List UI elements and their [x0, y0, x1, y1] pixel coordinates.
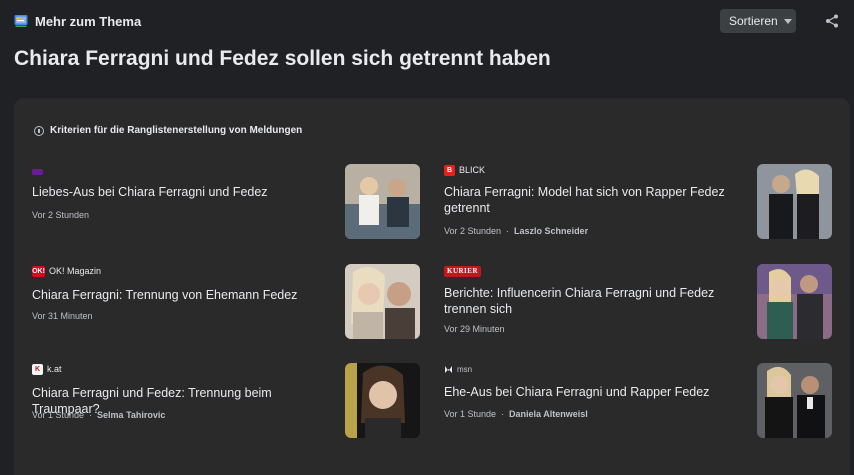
article-meta: Vor 2 Stunden [32, 210, 89, 220]
thumbnail-image [345, 164, 420, 239]
article-thumbnail[interactable] [757, 164, 832, 239]
chevron-down-icon [783, 18, 792, 24]
publisher-logo-icon: K [32, 363, 43, 375]
criteria-label: Kriterien für die Ranglistenerstellung v… [50, 125, 303, 136]
publisher-name: BLICK [459, 165, 486, 175]
article-source: K k.at [32, 363, 62, 375]
ranking-criteria-link[interactable]: Kriterien für die Ranglistenerstellung v… [34, 125, 302, 136]
article-meta: Vor 1 Stunde · Daniela Altenweisl [444, 409, 588, 419]
thumbnail-image [757, 264, 832, 339]
article-time: Vor 31 Minuten [32, 311, 93, 321]
publisher-name: OK! Magazin [49, 266, 102, 276]
article-title[interactable]: Berichte: Influencerin Chiara Ferragni u… [444, 285, 744, 317]
article-source: KURIER [444, 265, 482, 277]
page-title: Chiara Ferragni und Fedez sollen sich ge… [14, 47, 551, 70]
article-author: Selma Tahirovic [97, 410, 166, 420]
article-thumbnail[interactable] [345, 363, 420, 438]
article-meta: Vor 29 Minuten [444, 324, 505, 334]
article-thumbnail[interactable] [757, 264, 832, 339]
article-source: B BLICK [444, 164, 485, 176]
article-title[interactable]: Ehe-Aus bei Chiara Ferragni und Rapper F… [444, 384, 744, 400]
article-source: msn [444, 363, 472, 375]
publisher-logo-icon: B [444, 164, 455, 176]
sort-button-label: Sortieren [729, 14, 778, 28]
article-thumbnail[interactable] [757, 363, 832, 438]
top-bar: Mehr zum Thema Sortieren [0, 0, 854, 42]
article-time: Vor 2 Stunden [32, 210, 90, 220]
section-label: Mehr zum Thema [35, 14, 142, 29]
article-author: Laszlo Schneider [514, 226, 589, 236]
news-card: Kriterien für die Ranglistenerstellung v… [14, 98, 850, 475]
msn-butterfly-icon [445, 365, 452, 373]
article-time: Vor 29 Minuten [444, 324, 505, 334]
publisher-logo-icon [32, 169, 43, 175]
article-time: Vor 1 Stunde [444, 409, 497, 419]
article-source [32, 166, 43, 178]
publisher-logo-icon: KURIER [444, 265, 482, 277]
article-meta: Vor 31 Minuten [32, 311, 93, 321]
article-source: OK! OK! Magazin [32, 265, 101, 277]
article-meta: Vor 2 Stunden · Laszlo Schneider [444, 226, 589, 236]
thumbnail-image [757, 164, 832, 239]
publisher-logo-icon: OK! [32, 265, 45, 277]
news-stack-icon [14, 15, 28, 27]
article-thumbnail[interactable] [345, 264, 420, 339]
info-icon [34, 125, 44, 136]
article-meta: Vor 1 Stunde · Selma Tahirovic [32, 410, 166, 420]
article-time: Vor 2 Stunden [444, 226, 502, 236]
article-author: Daniela Altenweisl [509, 409, 588, 419]
sort-button[interactable]: Sortieren [720, 9, 796, 33]
share-icon[interactable] [825, 14, 839, 28]
article-title[interactable]: Chiara Ferragni: Trennung von Ehemann Fe… [32, 287, 332, 303]
article-time: Vor 1 Stunde [32, 410, 85, 420]
publisher-name: msn [457, 364, 473, 374]
article-title[interactable]: Chiara Ferragni: Model hat sich von Rapp… [444, 184, 744, 216]
thumbnail-image [345, 264, 420, 339]
thumbnail-image [345, 363, 420, 438]
publisher-name: k.at [47, 364, 62, 374]
article-thumbnail[interactable] [345, 164, 420, 239]
article-title[interactable]: Liebes-Aus bei Chiara Ferragni und Fedez [32, 184, 332, 200]
thumbnail-image [757, 363, 832, 438]
